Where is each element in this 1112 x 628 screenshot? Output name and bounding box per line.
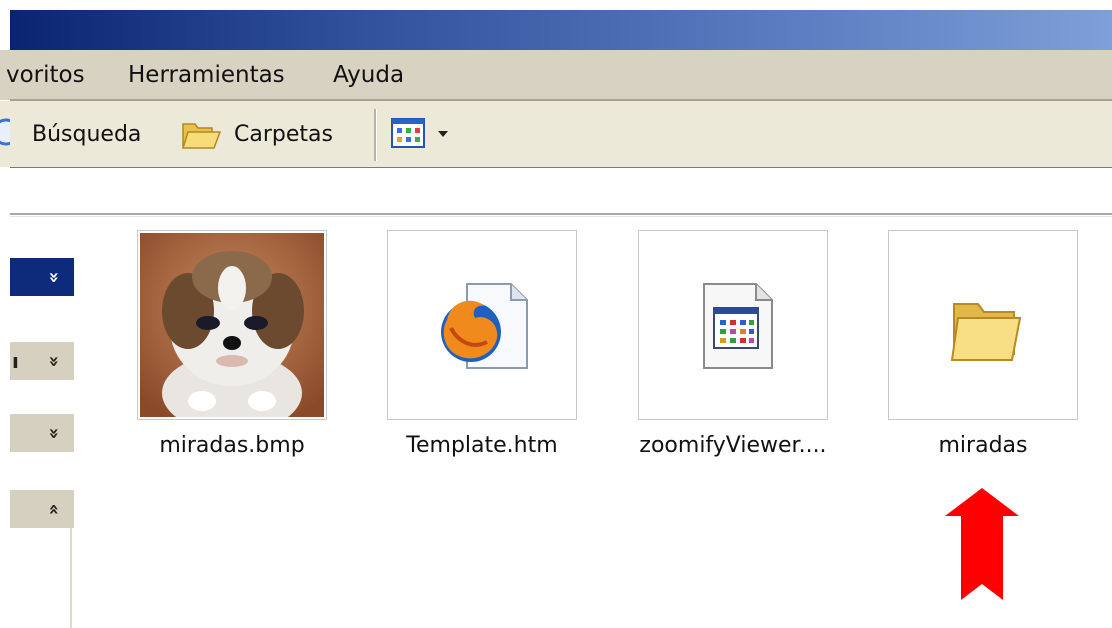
toolbar-separator bbox=[374, 109, 377, 161]
double-chevron-down-icon[interactable]: » bbox=[44, 427, 65, 439]
menu-ayuda[interactable]: Ayuda bbox=[333, 62, 404, 88]
puppy-image bbox=[140, 233, 324, 417]
folders-icon bbox=[180, 116, 224, 152]
address-separator-light bbox=[10, 216, 1112, 217]
task-pane-header-1[interactable]: » bbox=[10, 258, 74, 296]
menu-bar: voritos Herramientas Ayuda bbox=[0, 50, 1112, 100]
file-thumbnail-zoomifyviewer[interactable] bbox=[638, 230, 828, 420]
search-label: Búsqueda bbox=[32, 121, 142, 147]
views-icon bbox=[390, 116, 436, 152]
address-strip bbox=[10, 168, 1112, 218]
search-button[interactable]: Búsqueda bbox=[0, 116, 141, 152]
file-thumbnail-template-htm[interactable] bbox=[387, 230, 577, 420]
menu-favoritos[interactable]: voritos bbox=[6, 62, 85, 88]
chevron-down-icon[interactable] bbox=[436, 116, 450, 152]
file-label[interactable]: miradas.bmp bbox=[122, 433, 342, 458]
partial-header-label: ı bbox=[12, 349, 19, 373]
toolbar: Búsqueda Carpetas bbox=[0, 101, 1112, 167]
task-pane-header-2[interactable]: ı » bbox=[10, 342, 74, 380]
task-pane-header-3[interactable]: » bbox=[10, 414, 74, 452]
window-titlebar[interactable] bbox=[0, 0, 1112, 50]
folder-label[interactable]: miradas bbox=[873, 433, 1093, 458]
firefox-html-icon bbox=[441, 283, 528, 369]
red-up-arrow-icon bbox=[945, 488, 1019, 600]
double-chevron-down-icon[interactable]: » bbox=[44, 271, 65, 283]
views-button[interactable] bbox=[390, 116, 450, 152]
folder-icon bbox=[950, 303, 1022, 361]
double-chevron-up-icon[interactable]: « bbox=[44, 503, 65, 515]
file-label[interactable]: zoomifyViewer.... bbox=[623, 433, 843, 458]
task-pane: » ı » » « bbox=[0, 220, 76, 628]
task-pane-header-4[interactable]: « bbox=[10, 490, 74, 528]
task-pane-border bbox=[70, 528, 72, 628]
titlebar-gradient bbox=[10, 10, 1112, 50]
search-icon bbox=[0, 116, 24, 152]
application-icon bbox=[703, 283, 773, 369]
double-chevron-down-icon[interactable]: » bbox=[44, 355, 65, 367]
folders-button[interactable]: Carpetas bbox=[180, 116, 333, 152]
folders-label: Carpetas bbox=[234, 121, 333, 147]
file-thumbnail-miradas-bmp[interactable] bbox=[137, 230, 327, 420]
address-separator bbox=[10, 213, 1112, 215]
file-label[interactable]: Template.htm bbox=[372, 433, 592, 458]
menu-herramientas[interactable]: Herramientas bbox=[128, 62, 285, 88]
folder-thumbnail-miradas[interactable] bbox=[888, 230, 1078, 420]
